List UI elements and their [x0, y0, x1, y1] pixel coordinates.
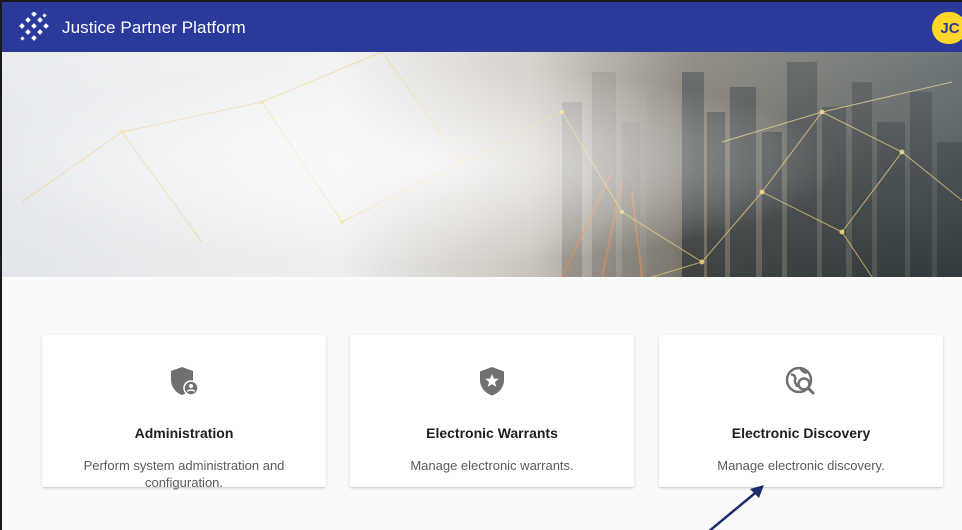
- arrow-pointer-icon: [708, 485, 764, 530]
- card-administration[interactable]: Administration Perform system administra…: [42, 335, 326, 490]
- moon-icon[interactable]: [906, 19, 924, 37]
- app-header: Justice Partner Platform JC: [2, 2, 962, 52]
- globe-search-icon: [785, 366, 815, 395]
- card-description: Perform system administration and config…: [83, 458, 285, 490]
- card-description: Manage electronic warrants.: [410, 458, 574, 473]
- hero-banner: [2, 52, 962, 277]
- user-avatar[interactable]: JC: [932, 12, 962, 44]
- card-electronic-discovery[interactable]: Electronic Discovery Manage electronic d…: [659, 335, 943, 487]
- card-title: Electronic Warrants: [426, 425, 558, 441]
- shield-user-icon: [171, 367, 199, 396]
- card-electronic-warrants[interactable]: Electronic Warrants Manage electronic wa…: [350, 335, 634, 487]
- card-description: Manage electronic discovery.: [717, 458, 885, 473]
- city-network-banner: [2, 52, 962, 277]
- app-title: Justice Partner Platform: [62, 18, 246, 37]
- logo-icon[interactable]: [18, 12, 50, 44]
- app-window: Justice Partner Platform JC Administrati…: [0, 0, 962, 530]
- card-title: Electronic Discovery: [731, 425, 871, 441]
- card-title: Administration: [134, 425, 234, 441]
- shield-star-icon: [480, 367, 504, 396]
